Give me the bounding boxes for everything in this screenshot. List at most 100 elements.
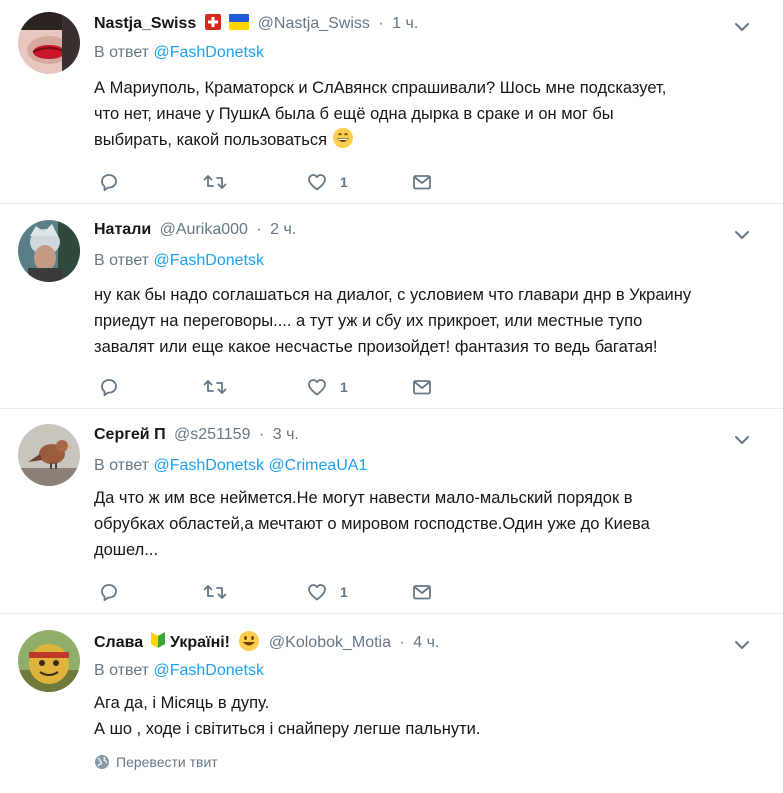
avatar[interactable] [18, 220, 80, 282]
reply-button[interactable] [98, 171, 120, 193]
user-handle[interactable]: @Kolobok_Motia [269, 634, 391, 651]
smiley-emoji-icon [239, 631, 260, 651]
translate-tweet-label: Перевести твит [116, 754, 218, 770]
reply-icon [98, 171, 120, 193]
envelope-icon [411, 171, 433, 193]
tweet-text-fragment: выбирать, какой пользоваться [94, 131, 328, 149]
timestamp[interactable]: 1 ч. [392, 15, 418, 32]
tweet-text-line: А Мариуполь, Краматорск и СлАвянск спраш… [94, 79, 667, 97]
reply-prefix: В ответ [94, 662, 150, 679]
reply-button[interactable] [98, 376, 120, 398]
tweet[interactable]: Слава Україні! @Kolobok_Motia · 4 ч. В о… [0, 614, 783, 793]
reply-button[interactable] [98, 581, 120, 603]
reply-prefix: В ответ [94, 44, 150, 61]
user-handle[interactable]: @Nastja_Swiss [258, 15, 370, 32]
tweet[interactable]: Nastja_Swiss @Nastja_Swiss · 1 ч. В отве… [0, 0, 783, 204]
globe-icon [95, 755, 109, 769]
retweet-icon [202, 581, 228, 603]
tweet[interactable]: Сергей П @s251159 · 3 ч. В ответ @FashDo… [0, 409, 783, 614]
heart-icon [306, 376, 328, 398]
chevron-down-icon[interactable] [733, 18, 751, 36]
tweet-text-line: Да что ж им все неймется.Не могут навест… [94, 489, 633, 507]
like-count: 1 [340, 174, 348, 190]
separator-dot: · [258, 426, 265, 443]
tweet-text-line: А шо , ходе і світиться і снайперу легше… [94, 720, 481, 738]
like-count: 1 [340, 584, 348, 600]
separator-dot: · [399, 634, 405, 651]
reply-prefix: В ответ [94, 252, 150, 269]
reply-icon [98, 581, 120, 603]
tweet-actions: 1 [98, 376, 458, 398]
retweet-button[interactable] [202, 376, 228, 398]
tweet-header: Слава Україні! @Kolobok_Motia · 4 ч. [94, 630, 439, 653]
like-button[interactable]: 1 [306, 581, 348, 603]
tweet-header: Nastja_Swiss @Nastja_Swiss · 1 ч. [94, 14, 418, 34]
like-button[interactable]: 1 [306, 171, 348, 193]
envelope-icon [411, 581, 433, 603]
retweet-button[interactable] [202, 581, 228, 603]
reply-context: В ответ @FashDonetsk @CrimeaUA1 [94, 457, 367, 475]
tweet-text-line: обрубках областей,а мечтают о мировом го… [94, 515, 650, 533]
tweet-text-line: дошел... [94, 541, 159, 559]
display-name[interactable]: Натали [94, 221, 151, 238]
direct-message-button[interactable] [411, 376, 433, 398]
heart-icon [306, 581, 328, 603]
tweet[interactable]: Натали @Aurika000 · 2 ч. В ответ @FashDo… [0, 204, 783, 409]
user-handle[interactable]: @Aurika000 [160, 221, 248, 238]
chevron-down-icon[interactable] [733, 431, 751, 449]
reply-context: В ответ @FashDonetsk [94, 44, 264, 62]
reply-context: В ответ @FashDonetsk [94, 662, 264, 680]
tweet-text: ну как бы надо соглашаться на диалог, с … [94, 282, 744, 360]
tweet-text-line: Ага да, і Місяць в дупу. [94, 694, 270, 712]
retweet-button[interactable] [202, 171, 228, 193]
display-name-part[interactable]: Україні! [170, 634, 230, 651]
timestamp[interactable]: 4 ч. [413, 634, 439, 651]
avatar[interactable] [18, 12, 80, 74]
avatar-image [18, 220, 80, 282]
tweet-text: Ага да, і Місяць в дупу. А шо , ходе і с… [94, 690, 744, 742]
chevron-down-icon[interactable] [733, 226, 751, 244]
ukraine-flag-icon [229, 14, 250, 30]
tweet-text-line: завалят или еще какое несчастье произойд… [94, 338, 658, 356]
tweet-text: Да что ж им все неймется.Не могут навест… [94, 485, 744, 563]
swiss-flag-icon [204, 14, 221, 30]
envelope-icon [411, 376, 433, 398]
tweet-actions: 1 [98, 581, 458, 603]
separator-dot: · [378, 15, 384, 32]
tweet-actions: 1 [98, 171, 458, 193]
tweet-text: А Мариуполь, Краматорск и СлАвянск спраш… [94, 75, 744, 153]
reply-mention-link[interactable]: @FashDonetsk [153, 662, 264, 679]
reply-prefix: В ответ [94, 457, 150, 474]
retweet-icon [202, 171, 228, 193]
beginner-symbol-icon [150, 632, 165, 648]
grinning-face-emoji-icon [332, 128, 353, 148]
display-name[interactable]: Nastja_Swiss [94, 15, 196, 32]
avatar-image [18, 12, 80, 74]
separator-dot: · [256, 221, 262, 238]
reply-mention-link[interactable]: @FashDonetsk [153, 252, 264, 269]
reply-mention-link[interactable]: @CrimeaUA1 [268, 457, 367, 474]
timestamp[interactable]: 3 ч. [273, 426, 299, 443]
user-handle[interactable]: @s251159 [174, 426, 250, 443]
tweet-text-line: что нет, иначе у ПушкА была б ещё одна д… [94, 105, 614, 123]
tweet-header: Натали @Aurika000 · 2 ч. [94, 220, 296, 240]
direct-message-button[interactable] [411, 171, 433, 193]
avatar[interactable] [18, 630, 80, 692]
translate-tweet-link[interactable]: Перевести твит [94, 754, 218, 770]
avatar-image [18, 630, 80, 692]
reply-mention-link[interactable]: @FashDonetsk [153, 457, 264, 474]
tweet-text-line: ну как бы надо соглашаться на диалог, с … [94, 286, 692, 304]
tweet-text-line: приедут на переговоры.... а тут уж и сбу… [94, 312, 643, 330]
reply-mention-link[interactable]: @FashDonetsk [153, 44, 264, 61]
avatar[interactable] [18, 424, 80, 486]
display-name-part[interactable]: Слава [94, 634, 143, 651]
tweet-text-line-last: выбирать, какой пользоваться [94, 127, 744, 153]
timestamp[interactable]: 2 ч. [270, 221, 296, 238]
display-name[interactable]: Сергей П [94, 426, 166, 443]
reply-icon [98, 376, 120, 398]
tweet-header: Сергей П @s251159 · 3 ч. [94, 425, 299, 445]
chevron-down-icon[interactable] [733, 636, 751, 654]
direct-message-button[interactable] [411, 581, 433, 603]
retweet-icon [202, 376, 228, 398]
like-button[interactable]: 1 [306, 376, 348, 398]
